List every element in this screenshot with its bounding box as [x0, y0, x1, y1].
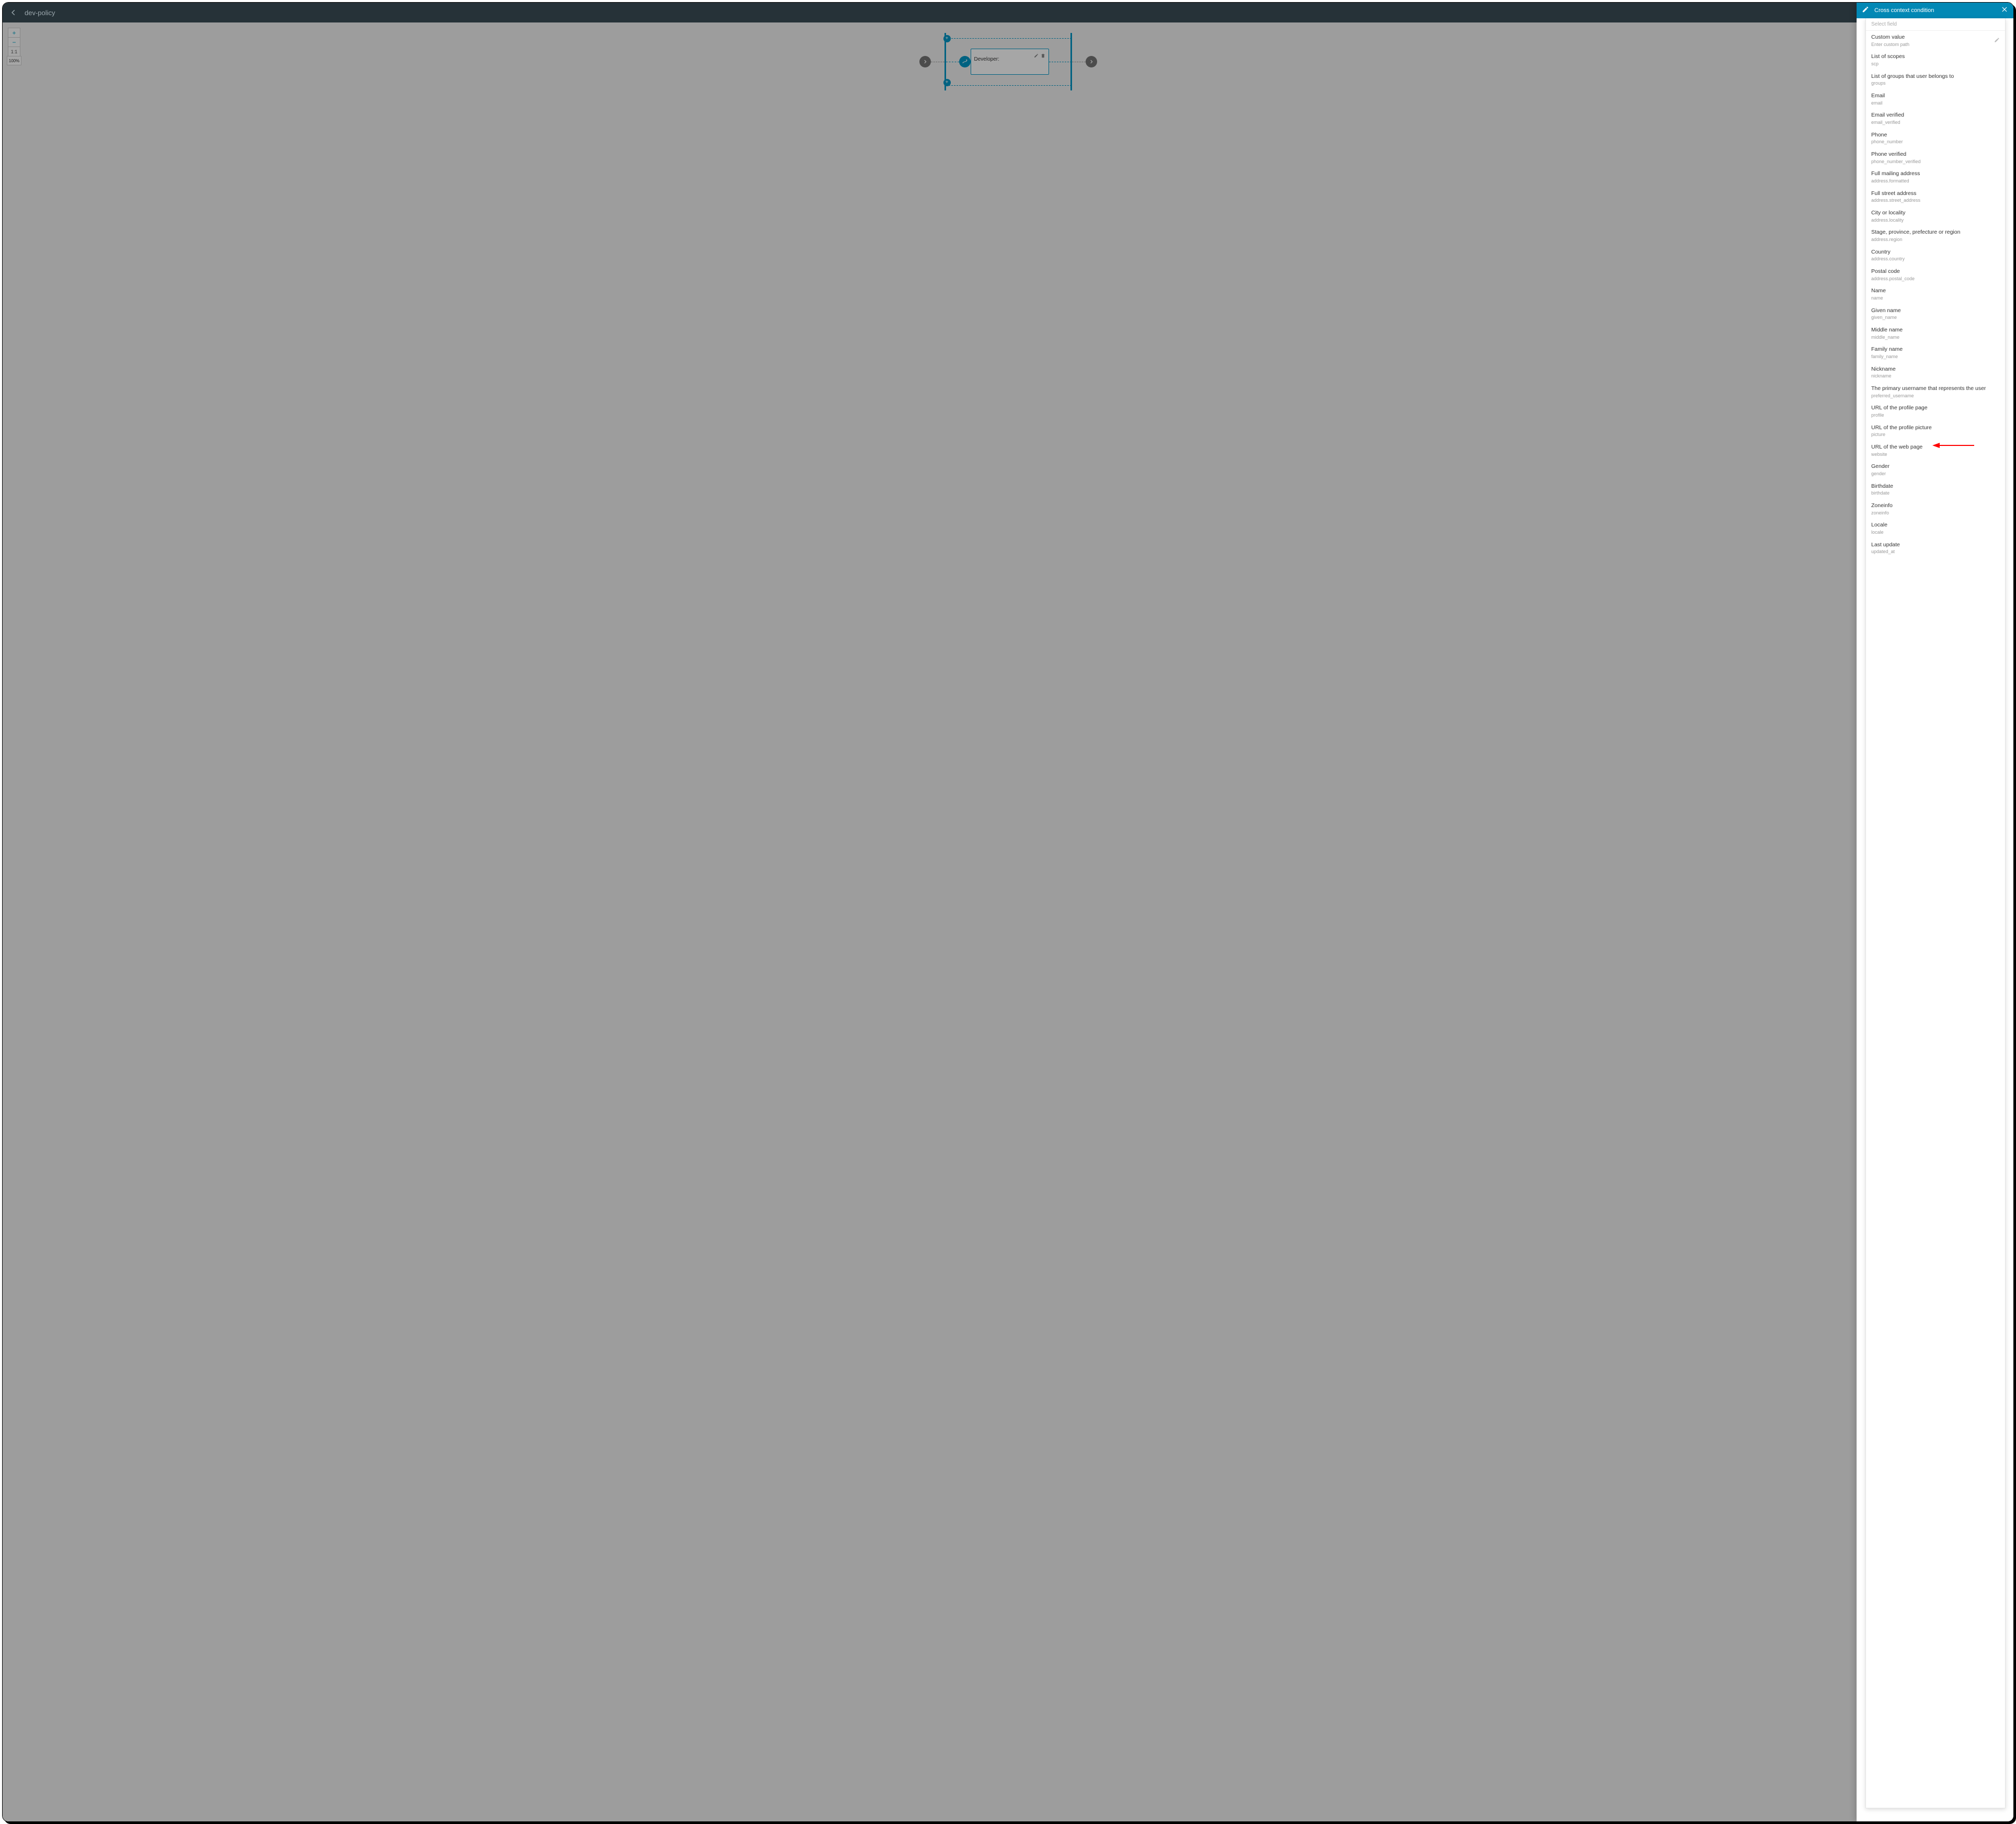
field-option-sub: address.postal_code: [1871, 276, 2000, 282]
field-option-label: Birthdate: [1871, 483, 2000, 490]
pencil-icon: [1862, 6, 1869, 16]
field-option-label: Last update: [1871, 542, 2000, 549]
field-option[interactable]: Full street addressaddress.street_addres…: [1866, 187, 2005, 207]
field-option-sub: phone_number_verified: [1871, 159, 2000, 165]
field-option-label: Family name: [1871, 346, 2000, 353]
side-panel-title: Cross context condition: [1874, 7, 1996, 14]
field-option-label: List of groups that user belongs to: [1871, 73, 2000, 81]
field-option-label: Email verified: [1871, 112, 2000, 119]
field-option-sub: preferred_username: [1871, 393, 2000, 399]
field-option-label: Gender: [1871, 463, 2000, 471]
field-option-sub: birthdate: [1871, 490, 2000, 497]
field-option-label: Locale: [1871, 522, 2000, 529]
field-option[interactable]: Family namefamily_name: [1866, 343, 2005, 362]
field-option-label: Middle name: [1871, 327, 2000, 334]
field-option[interactable]: Countryaddress.country: [1866, 246, 2005, 265]
field-option-label: Email: [1871, 93, 2000, 100]
field-option-sub: name: [1871, 295, 2000, 302]
field-option-sub: family_name: [1871, 354, 2000, 360]
field-option-sub: locale: [1871, 530, 2000, 536]
field-option[interactable]: Last updateupdated_at: [1866, 538, 2005, 558]
field-option-sub: Enter custom path: [1871, 42, 2000, 48]
field-option[interactable]: Namename: [1866, 284, 2005, 304]
field-option-label: URL of the profile page: [1871, 405, 2000, 412]
edit-icon[interactable]: [1994, 36, 2000, 45]
field-option-sub: nickname: [1871, 373, 2000, 380]
field-option-sub: given_name: [1871, 315, 2000, 321]
field-option-label: Country: [1871, 249, 2000, 256]
field-option[interactable]: Emailemail: [1866, 89, 2005, 109]
field-option[interactable]: Given namegiven_name: [1866, 304, 2005, 324]
field-option[interactable]: List of scopesscp: [1866, 50, 2005, 70]
field-option-sub: scp: [1871, 61, 2000, 67]
field-option-sub: profile: [1871, 412, 2000, 419]
field-option-sub: website: [1871, 452, 2000, 458]
field-option-sub: address.locality: [1871, 217, 2000, 224]
field-option[interactable]: City or localityaddress.locality: [1866, 207, 2005, 226]
field-option[interactable]: Birthdatebirthdate: [1866, 480, 2005, 499]
field-option[interactable]: List of groups that user belongs togroup…: [1866, 70, 2005, 89]
field-list[interactable]: Custom valueEnter custom pathList of sco…: [1866, 31, 2005, 1808]
field-option-label: Phone: [1871, 132, 2000, 139]
field-option-label: Given name: [1871, 307, 2000, 315]
field-option[interactable]: Zoneinfozoneinfo: [1866, 499, 2005, 519]
field-option-sub: middle_name: [1871, 335, 2000, 341]
field-option-label: Custom value: [1871, 34, 2000, 41]
app-frame: dev-policy + − 1:1 100% + +: [2, 2, 2014, 1822]
field-option-sub: zoneinfo: [1871, 510, 2000, 517]
field-option-sub: email_verified: [1871, 120, 2000, 126]
field-option-label: Nickname: [1871, 366, 2000, 373]
field-option[interactable]: Phone verifiedphone_number_verified: [1866, 148, 2005, 167]
field-option[interactable]: Phonephone_number: [1866, 129, 2005, 148]
field-option[interactable]: Localelocale: [1866, 519, 2005, 538]
field-option[interactable]: Full mailing addressaddress.formatted: [1866, 167, 2005, 187]
field-option[interactable]: Gendergender: [1866, 460, 2005, 479]
field-option-label: Postal code: [1871, 268, 2000, 276]
field-option-sub: picture: [1871, 432, 2000, 438]
field-option[interactable]: Custom valueEnter custom path: [1866, 31, 2005, 50]
field-search-input[interactable]: Select field: [1866, 18, 2005, 31]
field-option[interactable]: Email verifiedemail_verified: [1866, 109, 2005, 128]
field-option[interactable]: URL of the profile picturepicture: [1866, 421, 2005, 441]
field-option-sub: email: [1871, 100, 2000, 107]
field-option-sub: address.street_address: [1871, 198, 2000, 204]
field-option-label: Stage, province, prefecture or region: [1871, 229, 2000, 236]
page-title: dev-policy: [25, 9, 55, 17]
field-option-label: City or locality: [1871, 210, 2000, 217]
field-option-sub: address.country: [1871, 256, 2000, 262]
field-option-label: Name: [1871, 288, 2000, 295]
field-option-label: Phone verified: [1871, 151, 2000, 158]
field-option[interactable]: Stage, province, prefecture or regionadd…: [1866, 226, 2005, 245]
field-option-label: The primary username that represents the…: [1871, 385, 2000, 393]
field-option-sub: gender: [1871, 471, 2000, 477]
annotation-arrow: [1932, 442, 1974, 449]
back-arrow-icon[interactable]: [10, 9, 17, 16]
field-option[interactable]: Middle namemiddle_name: [1866, 324, 2005, 343]
side-panel-header: Cross context condition: [1857, 3, 2013, 18]
modal-overlay[interactable]: [3, 22, 2013, 1821]
field-option-sub: address.formatted: [1871, 178, 2000, 185]
field-option-label: URL of the profile picture: [1871, 425, 2000, 432]
field-dropdown: Select field Custom valueEnter custom pa…: [1865, 18, 2006, 1808]
field-option-sub: updated_at: [1871, 549, 2000, 555]
close-icon[interactable]: [2001, 6, 2008, 16]
field-option-sub: groups: [1871, 81, 2000, 87]
field-option-label: List of scopes: [1871, 53, 2000, 61]
topbar: dev-policy: [3, 3, 2013, 22]
field-option-sub: phone_number: [1871, 139, 2000, 145]
field-option-label: Zoneinfo: [1871, 502, 2000, 510]
field-option[interactable]: URL of the profile pageprofile: [1866, 401, 2005, 421]
field-option[interactable]: The primary username that represents the…: [1866, 382, 2005, 401]
field-option-label: Full street address: [1871, 190, 2000, 198]
field-option-label: Full mailing address: [1871, 170, 2000, 178]
field-option[interactable]: Postal codeaddress.postal_code: [1866, 265, 2005, 284]
field-option[interactable]: Nicknamenickname: [1866, 363, 2005, 382]
field-option-sub: address.region: [1871, 237, 2000, 243]
